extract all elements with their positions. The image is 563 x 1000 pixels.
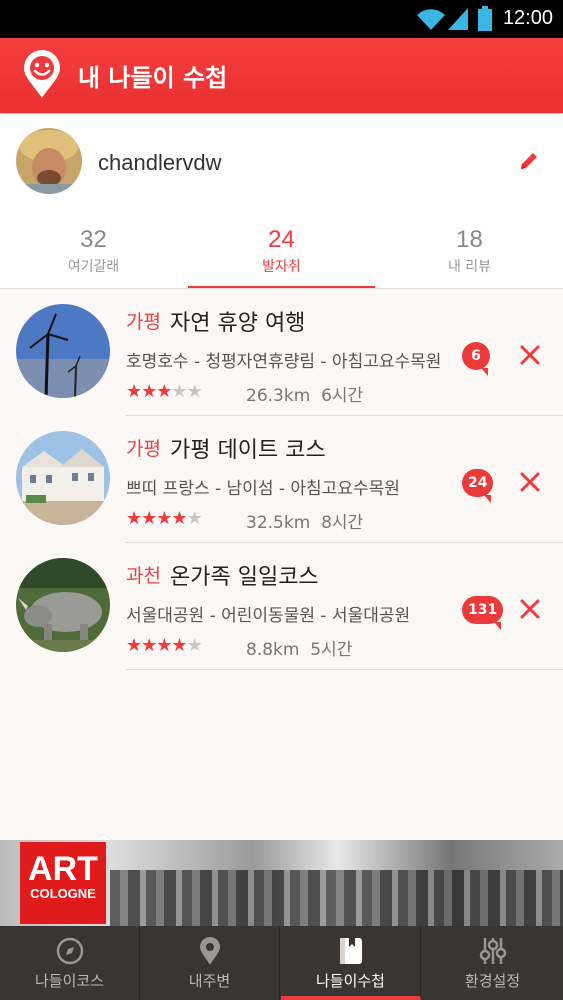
course-thumbnail <box>16 304 110 398</box>
close-icon[interactable] <box>520 472 540 492</box>
star-icon: ★ <box>141 508 157 529</box>
bottom-nav: 나들이코스 내주변 나들이수첩 환경설정 <box>0 926 563 1000</box>
compass-icon <box>56 937 83 965</box>
star-icon: ★ <box>156 635 172 656</box>
tab-count: 32 <box>80 226 107 253</box>
course-route: 호명호수 - 청평자연휴량림 - 아침고요수목원 <box>126 352 442 372</box>
course-meta: 8.8km 5시간 <box>246 635 352 660</box>
star-icon: ★ <box>171 635 187 656</box>
pencil-icon[interactable] <box>518 150 540 172</box>
status-bar: 12:00 <box>0 0 563 38</box>
banner-logo-line2: COLOGNE <box>30 886 96 901</box>
list-item[interactable]: 과천 온가족 일일코스 서울대공원 - 어린이동물원 - 서울대공원 ★★★★★… <box>0 543 563 670</box>
smiley-pin-icon <box>24 50 60 98</box>
wifi-icon <box>417 9 445 31</box>
nav-label: 내주변 <box>188 972 231 990</box>
username: chandlervdw <box>98 150 222 175</box>
comment-count-badge[interactable]: 6 <box>462 342 490 376</box>
star-icon: ★ <box>126 381 142 402</box>
tab-my-reviews[interactable]: 18 내 리뷰 <box>376 212 563 288</box>
avatar[interactable] <box>16 128 82 194</box>
tab-count: 24 <box>268 226 295 253</box>
banner-photo <box>110 870 563 926</box>
course-name: 가평 데이트 코스 <box>170 438 326 463</box>
comment-count-badge[interactable]: 131 <box>462 596 504 630</box>
rating-stars: ★★★★★ <box>126 635 203 656</box>
divider <box>126 669 563 670</box>
comment-count-badge[interactable]: 24 <box>462 469 494 503</box>
rating-stars: ★★★★★ <box>126 381 203 402</box>
star-icon: ★ <box>141 635 157 656</box>
location-pin-icon <box>199 937 220 965</box>
star-icon: ★ <box>186 508 203 529</box>
stats-tabs: 32 여기갈래 24 발자취 18 내 리뷰 <box>0 212 563 289</box>
course-duration: 8시간 <box>321 513 364 533</box>
course-distance: 26.3km <box>246 386 311 406</box>
nav-label: 나들이수첩 <box>315 972 385 990</box>
star-icon: ★ <box>156 508 172 529</box>
course-region: 과천 <box>126 565 161 587</box>
tab-label: 발자취 <box>262 259 301 275</box>
ad-banner[interactable]: ART COLOGNE <box>0 840 563 926</box>
app-header: 내 나들이 수첩 <box>0 38 563 113</box>
course-route: 서울대공원 - 어린이동물원 - 서울대공원 <box>126 606 411 626</box>
star-icon: ★ <box>141 381 157 402</box>
nav-label: 환경설정 <box>464 972 521 990</box>
star-icon: ★ <box>171 381 187 402</box>
nav-item-courses[interactable]: 나들이코스 <box>0 926 140 1000</box>
close-icon[interactable] <box>520 599 540 619</box>
nav-item-notebook[interactable]: 나들이수첩 <box>281 926 421 1000</box>
star-icon: ★ <box>186 381 203 402</box>
tab-count: 18 <box>456 226 483 253</box>
course-region: 가평 <box>126 311 161 333</box>
notebook-icon <box>339 938 362 964</box>
status-time: 12:00 <box>502 7 553 29</box>
list-item[interactable]: 가평 자연 휴양 여행 호명호수 - 청평자연휴량림 - 아침고요수목원 ★★★… <box>0 289 563 416</box>
close-icon[interactable] <box>520 345 540 365</box>
course-thumbnail <box>16 431 110 525</box>
banner-logo: ART COLOGNE <box>20 842 106 924</box>
course-duration: 5시간 <box>310 640 353 660</box>
tab-label: 여기갈래 <box>67 259 120 275</box>
tab-want-to-go[interactable]: 32 여기갈래 <box>0 212 187 288</box>
course-route: 쁘띠 프랑스 - 남이섬 - 아침고요수목원 <box>126 479 400 499</box>
tab-label: 내 리뷰 <box>447 259 492 275</box>
signal-icon <box>448 8 468 30</box>
course-distance: 8.8km <box>246 640 300 660</box>
course-meta: 26.3km 6시간 <box>246 381 363 406</box>
course-name: 자연 휴양 여행 <box>170 311 306 336</box>
course-thumbnail <box>16 558 110 652</box>
nav-label: 나들이코스 <box>34 972 104 990</box>
course-meta: 32.5km 8시간 <box>246 508 363 533</box>
page-title: 내 나들이 수첩 <box>78 64 228 92</box>
profile-card: chandlervdw <box>0 114 563 213</box>
rating-stars: ★★★★★ <box>126 508 203 529</box>
star-icon: ★ <box>156 381 172 402</box>
star-icon: ★ <box>171 508 187 529</box>
course-duration: 6시간 <box>321 386 364 406</box>
star-icon: ★ <box>126 635 142 656</box>
course-region: 가평 <box>126 438 161 460</box>
battery-icon <box>478 6 492 31</box>
nav-item-settings[interactable]: 환경설정 <box>422 926 563 1000</box>
star-icon: ★ <box>126 508 142 529</box>
star-icon: ★ <box>186 635 203 656</box>
course-distance: 32.5km <box>246 513 311 533</box>
banner-logo-line1: ART <box>28 850 98 888</box>
list-item[interactable]: 가평 가평 데이트 코스 쁘띠 프랑스 - 남이섬 - 아침고요수목원 ★★★★… <box>0 416 563 543</box>
tab-footprints[interactable]: 24 발자취 <box>188 212 375 288</box>
nav-item-nearby[interactable]: 내주변 <box>140 926 280 1000</box>
course-name: 온가족 일일코스 <box>170 565 319 590</box>
sliders-icon <box>479 938 506 964</box>
